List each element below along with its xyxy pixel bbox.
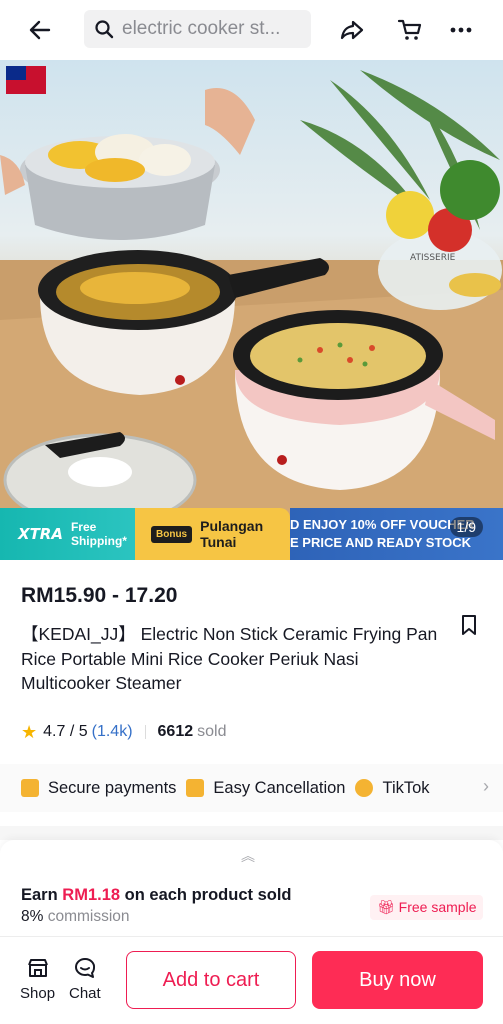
sold-count: 6612 (157, 723, 194, 740)
affiliate-commission-card[interactable]: ︽ Earn RM1.18 on each product sold 8% co… (0, 840, 503, 936)
bowl-seal-text: ATISSERIE (410, 253, 456, 263)
guarantee-label: Easy Cancellation (213, 778, 346, 797)
section-divider (0, 826, 503, 840)
earn-prefix: Earn (21, 886, 58, 904)
chevron-right-icon[interactable]: › (483, 776, 489, 797)
shop-label: Shop (20, 985, 56, 1002)
shop-icon (25, 955, 51, 981)
product-title: 【KEDAI_JJ】 Electric Non Stick Ceramic Fr… (21, 624, 438, 693)
cart-button[interactable] (390, 10, 430, 50)
product-photo: ATISSERIE (0, 66, 503, 560)
more-dots-icon (450, 27, 472, 33)
top-bar (0, 0, 503, 60)
card-icon (21, 779, 39, 797)
add-to-cart-button[interactable]: Add to cart (126, 951, 296, 1009)
bonus-cashback-badge: Bonus Pulangan Tunai (135, 508, 290, 560)
buy-now-button[interactable]: Buy now (312, 951, 483, 1009)
xtra-line-2: Shipping* (70, 534, 127, 548)
chat-label: Chat (69, 985, 101, 1002)
search-icon (95, 20, 114, 39)
chat-button[interactable]: Chat (69, 955, 101, 1002)
bonus-chip: Bonus (151, 525, 193, 543)
bottom-action-bar: Shop Chat Add to cart Buy now (0, 936, 503, 1024)
earn-text: Earn RM1.18 on each product sold (21, 886, 292, 905)
free-sample-button[interactable]: 🎁︎ Free sample (370, 895, 484, 920)
expand-up-icon[interactable]: ︽ (241, 846, 255, 866)
share-button[interactable] (332, 10, 372, 50)
bonus-line-1: Pulangan (200, 518, 264, 534)
share-icon (340, 20, 364, 40)
search-input[interactable] (122, 18, 302, 40)
free-sample-label: Free sample (398, 899, 477, 915)
check-badge-icon (355, 779, 374, 797)
star-icon: ★ (21, 721, 38, 742)
image-counter: 1/9 (449, 517, 483, 537)
favorite-button[interactable] (455, 611, 483, 639)
commission-percent: 8% (21, 908, 44, 925)
bookmark-icon (462, 615, 476, 635)
rating-row[interactable]: ★ 4.7 / 5 (1.4k) 6612 sold (21, 720, 226, 744)
back-button[interactable] (20, 10, 60, 50)
earn-suffix: on each product sold (124, 886, 292, 904)
gift-icon: 🎁︎ (377, 899, 395, 915)
guarantee-label: Secure payments (48, 778, 177, 797)
commission-label: commission (47, 908, 130, 925)
back-arrow-icon (29, 20, 51, 40)
review-count-link[interactable]: (1.4k) (92, 723, 133, 741)
earn-amount: RM1.18 (62, 886, 121, 904)
promo-strip: XTRA Free Shipping* Bonus Pulangan Tunai D… (0, 508, 503, 560)
service-guarantees[interactable]: Secure payments Easy Cancellation TikTok… (0, 764, 503, 812)
bonus-line-2: Tunai (200, 534, 237, 550)
guarantee-secure-payments: Secure payments (21, 779, 176, 798)
divider (144, 725, 146, 739)
shop-button[interactable]: Shop (20, 955, 55, 1002)
rating-value: 4.7 / 5 (43, 723, 88, 740)
guarantee-tiktok: TikTok (355, 778, 430, 798)
more-options-button[interactable] (441, 10, 481, 50)
cart-icon (397, 19, 422, 40)
sold-label: sold (197, 723, 227, 740)
guarantee-label: TikTok (382, 778, 430, 797)
chat-icon (72, 955, 98, 981)
commission-text: 8% commission (21, 908, 130, 926)
xtra-logo: XTRA (18, 525, 63, 543)
product-image-carousel[interactable]: ATISSERIE (0, 60, 503, 560)
cancel-icon (186, 779, 205, 797)
xtra-line-1: Free (70, 520, 97, 534)
guarantee-easy-cancellation: Easy Cancellation (186, 779, 345, 798)
product-price: RM15.90 - 17.20 (21, 584, 178, 607)
xtra-free-shipping-badge: XTRA Free Shipping* (0, 508, 135, 560)
search-bar[interactable] (84, 10, 311, 48)
